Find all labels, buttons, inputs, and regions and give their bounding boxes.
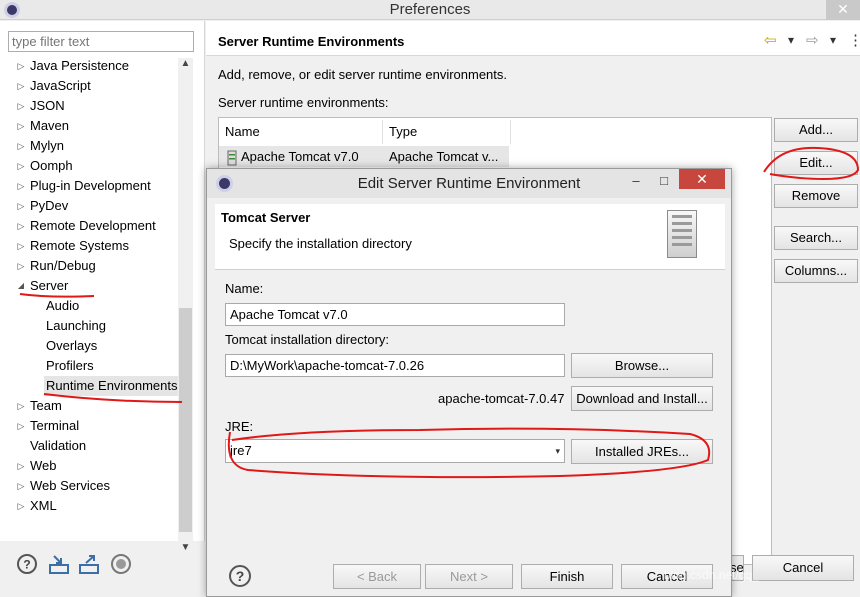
annotation-marks [19,146,860,479]
